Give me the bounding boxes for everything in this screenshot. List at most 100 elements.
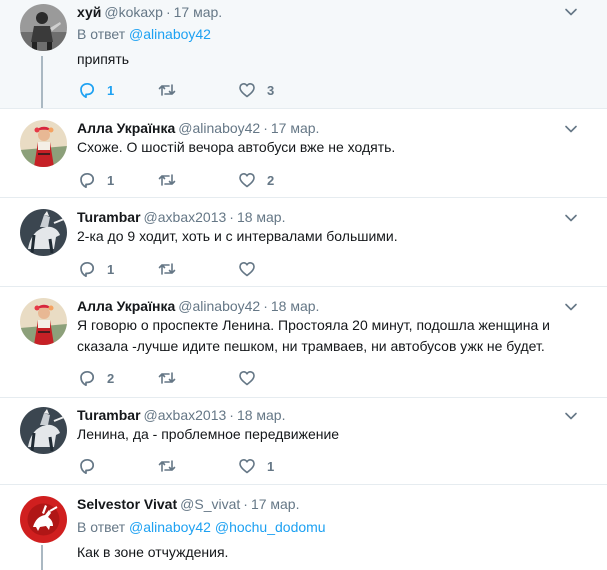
user-handle[interactable]: @alinaboy42 [178,120,260,136]
like-count: 3 [267,82,275,98]
retweet-button[interactable] [157,368,187,388]
avatar[interactable] [20,209,67,256]
heart-icon [239,371,255,386]
retweet-arrows-icon [158,174,176,186]
tweet-timestamp[interactable]: 18 мар. [237,209,286,225]
chevron-down-icon [565,214,577,222]
tweet-timestamp[interactable]: 17 мар. [271,120,320,136]
tweet-menu-button[interactable] [561,406,581,426]
reply-button[interactable] [77,456,107,476]
user-fullname[interactable]: хуй [77,4,101,20]
user-handle[interactable]: @axbax2013 [144,407,227,423]
bw-figure-avatar-icon [20,4,67,51]
like-button[interactable] [237,259,267,279]
tweet-text: Как в зоне отчуждения. [77,544,229,560]
like-button[interactable] [237,368,267,388]
tweet-text: 2-ка до 9 ходит, хоть и с интервалами бо… [77,228,398,244]
user-handle[interactable]: @S_vivat [180,496,240,512]
avatar[interactable] [20,496,67,543]
like-button[interactable]: 1 [237,456,274,476]
chevron-down-icon [565,125,577,133]
tweet-menu-button[interactable] [561,119,581,139]
reply-count: 2 [107,370,115,386]
tweet-text-line: сказала -лучше идите пешком, ни трамваев… [77,338,545,354]
tweet-header: Turambar @axbax2013 · 18 мар. [77,208,286,226]
mention-link[interactable]: @alinaboy42 [129,519,211,535]
avatar[interactable] [20,120,67,167]
retweet-button[interactable] [157,456,187,476]
heart-icon [239,173,255,188]
user-fullname[interactable]: Алла Українка [77,298,175,314]
mention-link[interactable]: @alinaboy42 [129,26,211,42]
separator-dot: · [165,4,171,20]
tweet-header: Selvestor Vivat @S_vivat · 17 мар. [77,495,300,513]
chevron-down-icon [565,303,577,311]
reply-button[interactable]: 1 [77,259,114,279]
tweet-text: припять [77,51,130,67]
reply-context: В ответ @alinaboy42 @hochu_dodomu [77,518,326,536]
chevron-down-icon [565,412,577,420]
separator-dot: · [243,496,248,512]
tweet-text: Ленина, да - проблемное передвижение [77,426,340,442]
user-handle[interactable]: @kokaxp [104,4,163,20]
tweet-header: хуй @kokaxp · 17 мар. [77,3,222,21]
reply-prefix: В ответ [77,26,126,42]
red-folk-dress-avatar-icon [20,298,67,345]
retweet-button[interactable] [157,259,187,279]
tweet-timestamp[interactable]: 18 мар. [271,298,320,314]
knight-horse-avatar-icon [20,407,67,454]
thread-connector [41,56,43,108]
retweet-arrows-icon [158,263,176,275]
reply-context: В ответ @alinaboy42 [77,25,211,43]
mention-link[interactable]: @hochu_dodomu [215,519,326,535]
knight-horse-avatar-icon [20,209,67,256]
tweet-text-line: Я говорю о проспекте Ленина. Простояла 2… [77,317,550,333]
tweet-text: Я говорю о проспекте Ленина. Простояла 2… [77,315,587,357]
reply-bubble-icon [80,172,95,189]
like-count: 2 [267,172,275,188]
retweet-arrows-icon [158,460,176,472]
tweet-timestamp[interactable]: 17 мар. [251,496,300,512]
tweet-header: Алла Українка @alinaboy42 · 18 мар. [77,297,319,315]
retweet-button[interactable] [157,170,187,190]
tweet-timestamp[interactable]: 18 мар. [237,407,286,423]
reply-count: 1 [107,261,115,277]
reply-bubble-icon [80,370,95,387]
reply-button[interactable]: 1 [77,80,114,100]
tweet-timestamp[interactable]: 17 мар. [174,4,223,20]
tweet-text: Схоже. О шостій вечора автобуси вже не х… [77,139,396,155]
heart-icon [239,459,255,474]
separator-dot: · [229,209,234,225]
like-button[interactable]: 2 [237,170,274,190]
reply-button[interactable]: 2 [77,368,114,388]
chevron-down-icon [565,8,577,16]
avatar[interactable] [20,407,67,454]
tweet-menu-button[interactable] [561,2,581,22]
like-button[interactable]: 3 [237,80,274,100]
reply-bubble-icon [80,82,95,99]
avatar[interactable] [20,298,67,345]
user-fullname[interactable]: Turambar [77,407,141,423]
user-fullname[interactable]: Алла Українка [77,120,175,136]
user-fullname[interactable]: Selvestor Vivat [77,496,177,512]
tweet-header: Turambar @axbax2013 · 18 мар. [77,406,286,424]
reply-count: 1 [107,172,115,188]
reply-prefix: В ответ [77,519,126,535]
user-handle[interactable]: @alinaboy42 [178,298,260,314]
user-handle[interactable]: @axbax2013 [144,209,227,225]
avatar[interactable] [20,4,67,51]
reply-button[interactable]: 1 [77,170,114,190]
user-fullname[interactable]: Turambar [77,209,141,225]
red-folk-dress-avatar-icon [20,120,67,167]
tweet-menu-button[interactable] [561,297,581,317]
reply-bubble-icon [80,458,95,475]
tweet-menu-button[interactable] [561,208,581,228]
thread-connector [41,545,43,570]
like-count: 1 [267,458,275,474]
heart-icon [239,262,255,277]
reply-count: 1 [107,82,115,98]
separator-dot: · [229,407,234,423]
retweet-button[interactable] [157,80,187,100]
reply-bubble-icon [80,261,95,278]
heart-icon [239,83,255,98]
